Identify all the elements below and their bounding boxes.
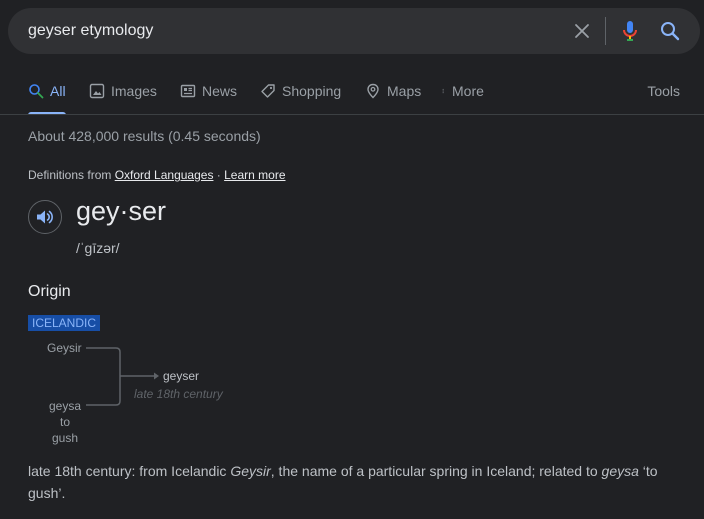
tab-all-label: All [50, 83, 66, 99]
mic-icon [623, 21, 637, 41]
search-icon [661, 22, 680, 41]
search-icon [29, 84, 44, 99]
arrow-icon [154, 372, 159, 380]
origin-term-geysa: geysa [601, 463, 639, 479]
tag-icon [261, 84, 275, 98]
image-icon [89, 83, 105, 99]
tab-more[interactable]: More [442, 78, 484, 114]
tab-tools-label: Tools [647, 83, 680, 99]
news-icon [180, 84, 196, 98]
language-badge: ICELANDIC [28, 315, 101, 331]
search-results-page: All Images News Shopping [0, 0, 704, 519]
result-stats: About 428,000 results (0.45 seconds) [28, 128, 261, 144]
tab-all[interactable]: All [28, 78, 66, 115]
close-icon [575, 24, 589, 38]
tab-news[interactable]: News [180, 78, 237, 114]
origin-description: late 18th century: from Icelandic Geysir… [28, 460, 678, 504]
search-tabs: All Images News Shopping Maps More Tools [28, 78, 680, 115]
tab-images-label: Images [111, 83, 157, 99]
tab-maps[interactable]: Maps [365, 78, 421, 114]
definitions-separator: · [213, 168, 225, 182]
more-vert-icon [442, 88, 444, 94]
etymology-result-period: late 18th century [134, 387, 223, 401]
tab-news-label: News [202, 83, 238, 99]
clear-button[interactable] [568, 17, 596, 45]
etymology-result-word: geyser [163, 369, 200, 383]
oxford-languages-link[interactable]: Oxford Languages [115, 168, 214, 182]
learn-more-link[interactable]: Learn more [224, 168, 285, 182]
etymology-source-geysir: Geysir [47, 341, 82, 355]
origin-term-geysir: Geysir [230, 463, 271, 479]
headword: gey·ser [76, 196, 167, 226]
pronounce-button[interactable] [28, 200, 62, 234]
search-input[interactable] [28, 20, 548, 42]
voice-search-button[interactable] [616, 17, 644, 45]
definitions-prefix: Definitions from [28, 168, 115, 182]
pronunciation: /ˈɡīzər/ [76, 240, 120, 256]
origin-heading: Origin [28, 283, 71, 300]
origin-text-part1: late 18th century: from Icelandic [28, 463, 231, 479]
tab-shopping[interactable]: Shopping [260, 78, 341, 114]
tab-shopping-label: Shopping [282, 83, 342, 99]
etymology-source-geysa: geysa [49, 399, 82, 413]
tab-images[interactable]: Images [89, 78, 157, 114]
tab-more-label: More [452, 83, 484, 99]
origin-text-part2: , the name of a particular spring in Ice… [270, 463, 602, 479]
search-box [8, 8, 700, 54]
speaker-icon [37, 210, 53, 224]
etymology-gloss-to: to [60, 415, 71, 429]
tab-maps-label: Maps [387, 83, 422, 99]
tab-tools[interactable]: Tools [647, 78, 680, 114]
definitions-source: Definitions from Oxford Languages · Lear… [28, 168, 286, 182]
map-pin-icon [367, 83, 379, 99]
search-box-divider [605, 17, 606, 45]
search-button[interactable] [656, 17, 684, 45]
etymology-gloss-gush: gush [52, 431, 79, 445]
tabs-divider [0, 114, 704, 115]
